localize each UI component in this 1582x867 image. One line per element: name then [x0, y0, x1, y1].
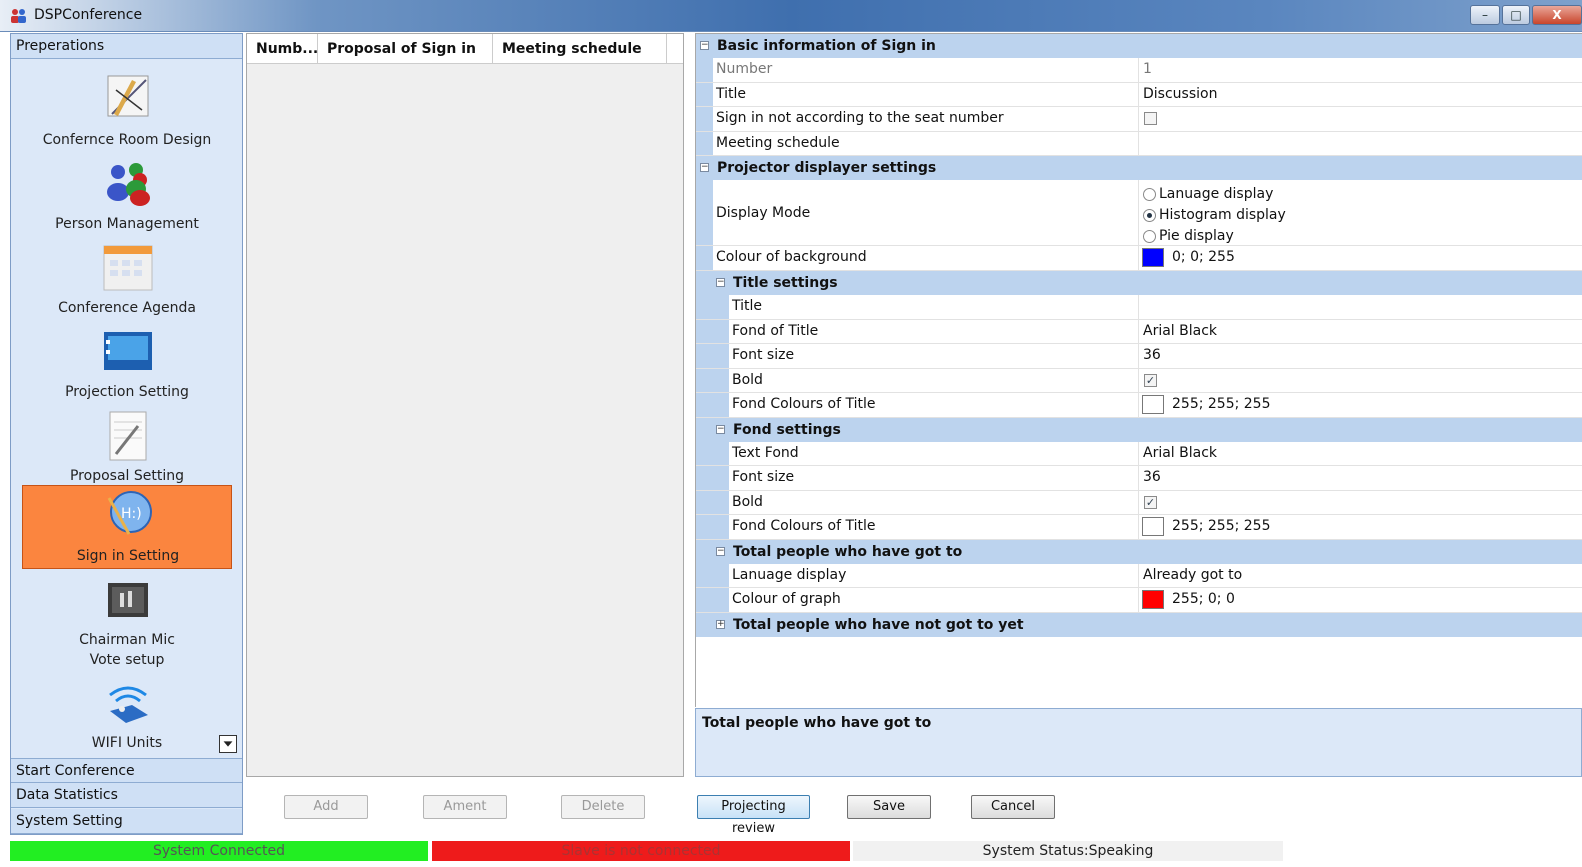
maximize-button[interactable]: □ [1502, 5, 1530, 25]
nav-item-label: Sign in Setting [76, 548, 180, 564]
category-got-to[interactable]: − Total people who have got to [696, 540, 1582, 564]
list-header: Numb... Proposal of Sign in Meeting sche… [247, 34, 683, 64]
nav-item-projection-setting[interactable]: Projection Setting [22, 324, 232, 408]
title-value[interactable]: Discussion [1139, 83, 1217, 106]
add-button[interactable]: Add [284, 795, 368, 819]
title-bold-checkbox[interactable]: ✓ [1144, 374, 1157, 387]
column-meeting-schedule[interactable]: Meeting schedule [493, 34, 667, 64]
prop-row-title-font[interactable]: Fond of Title Arial Black [696, 320, 1582, 344]
nav-item-label: WIFI Units [91, 735, 163, 751]
prop-row-language-display[interactable]: Lanuage display Already got to [696, 564, 1582, 588]
nav-section-start-conference[interactable]: Start Conference [11, 758, 242, 783]
status-bar: System Connected Slave is not connected … [0, 839, 1582, 867]
text-colour-swatch[interactable] [1142, 517, 1164, 536]
expand-icon[interactable]: + [716, 620, 725, 629]
seat-checkbox[interactable] [1144, 112, 1157, 125]
nav-item-sign-in-setting[interactable]: H:) Sign in Setting [22, 485, 232, 569]
prop-row-title-bold[interactable]: Bold ✓ [696, 369, 1582, 393]
prop-row-title-text[interactable]: Title [696, 295, 1582, 320]
status-slave-connection: Slave is not connected [432, 841, 850, 861]
collapse-icon[interactable]: − [716, 425, 725, 434]
title-bar: DSPConference – □ X [0, 0, 1582, 32]
close-button[interactable]: X [1532, 5, 1582, 25]
collapse-icon[interactable]: − [700, 163, 709, 172]
category-font-settings[interactable]: − Fond settings [696, 418, 1582, 442]
svg-text:H:): H:) [121, 506, 142, 522]
people-app-icon [11, 9, 26, 23]
status-system-connected: System Connected [10, 841, 428, 861]
drafting-tools-icon [107, 75, 149, 117]
prop-row-number[interactable]: Number 1 [696, 58, 1582, 83]
nav-item-label: Person Management [55, 216, 199, 232]
prop-row-text-size[interactable]: Font size 36 [696, 466, 1582, 491]
microphone-unit-icon [108, 583, 148, 617]
description-title: Total people who have got to [702, 715, 932, 731]
nav-item-person-management[interactable]: Person Management [22, 156, 232, 240]
text-bold-checkbox[interactable]: ✓ [1144, 496, 1157, 509]
prop-row-seat[interactable]: Sign in not according to the seat number [696, 107, 1582, 132]
prop-row-text-bold[interactable]: Bold ✓ [696, 491, 1582, 515]
nav-item-proposal-setting[interactable]: Proposal Setting [22, 408, 232, 492]
prop-row-schedule[interactable]: Meeting schedule [696, 132, 1582, 156]
nav-section-preparations[interactable]: Preperations [11, 34, 242, 59]
nav-section-system-setting[interactable]: System Setting [11, 809, 242, 834]
nav-item-label: Chairman Mic [79, 632, 175, 648]
nav-item-wifi-units[interactable]: WIFI Units [22, 675, 232, 757]
save-button[interactable]: Save [847, 795, 931, 819]
prop-row-graph-colour[interactable]: Colour of graph 255; 0; 0 [696, 588, 1582, 613]
prop-row-title-colour[interactable]: Fond Colours of Title 255; 255; 255 [696, 393, 1582, 418]
status-system-state: System Status:Speaking [853, 841, 1283, 861]
collapse-icon[interactable]: − [716, 547, 725, 556]
nav-section-data-statistics[interactable]: Data Statistics [11, 783, 242, 808]
radio-histogram-display[interactable] [1143, 209, 1156, 222]
navigation-panel: Preperations Confernce Room Design Perso… [10, 33, 243, 835]
category-basic-info[interactable]: − Basic information of Sign in [696, 34, 1582, 58]
category-title-settings[interactable]: − Title settings [696, 271, 1582, 295]
collapse-icon[interactable]: − [716, 278, 725, 287]
calendar-icon [103, 245, 153, 291]
radio-pie-display[interactable] [1143, 230, 1156, 243]
minimize-button[interactable]: – [1470, 5, 1500, 25]
amend-button[interactable]: Ament [423, 795, 507, 819]
prop-row-text-colour[interactable]: Fond Colours of Title 255; 255; 255 [696, 515, 1582, 540]
nav-item-label: Projection Setting [65, 384, 189, 400]
nav-item-label: Confernce Room Design [42, 132, 212, 148]
nav-item-chairman-mic[interactable]: Chairman Mic Vote setup [22, 575, 232, 671]
radio-language-display[interactable] [1143, 188, 1156, 201]
nav-item-label: Proposal Setting [69, 468, 184, 484]
prop-row-title[interactable]: Title Discussion [696, 83, 1582, 107]
property-grid: − Basic information of Sign in Number 1 … [695, 33, 1582, 707]
column-number[interactable]: Numb... [247, 34, 318, 64]
nav-item-label-line2: Vote setup [89, 652, 165, 668]
delete-button[interactable]: Delete [561, 795, 645, 819]
window-title: DSPConference [34, 7, 143, 23]
nav-item-room-design[interactable]: Confernce Room Design [22, 70, 232, 156]
sign-in-list[interactable]: Numb... Proposal of Sign in Meeting sche… [246, 33, 684, 777]
prop-row-text-font[interactable]: Text Fond Arial Black [696, 442, 1582, 466]
nav-item-conference-agenda[interactable]: Conference Agenda [22, 240, 232, 324]
graph-colour-swatch[interactable] [1142, 590, 1164, 609]
projecting-review-button[interactable]: Projecting review [697, 795, 810, 836]
chevron-down-icon[interactable] [219, 735, 237, 753]
document-pen-icon [109, 411, 147, 461]
projection-screen-icon [104, 332, 152, 370]
prop-row-title-size[interactable]: Font size 36 [696, 344, 1582, 369]
collapse-icon[interactable]: − [700, 41, 709, 50]
cancel-button[interactable]: Cancel [971, 795, 1055, 819]
title-colour-swatch[interactable] [1142, 395, 1164, 414]
category-not-got-to[interactable]: + Total people who have not got to yet [696, 613, 1582, 637]
prop-row-background-colour[interactable]: Colour of background 0; 0; 255 [696, 246, 1582, 271]
people-icon [107, 163, 150, 206]
prop-row-display-mode[interactable]: Display Mode Lanuage display Histogram d… [696, 180, 1582, 246]
background-colour-swatch[interactable] [1142, 248, 1164, 267]
nav-item-label: Conference Agenda [58, 300, 196, 316]
sign-in-icon: H:) [107, 491, 152, 535]
property-description: Total people who have got to [695, 708, 1582, 777]
category-projector[interactable]: − Projector displayer settings [696, 156, 1582, 180]
column-proposal[interactable]: Proposal of Sign in [318, 34, 493, 64]
wifi-router-icon [109, 686, 148, 723]
